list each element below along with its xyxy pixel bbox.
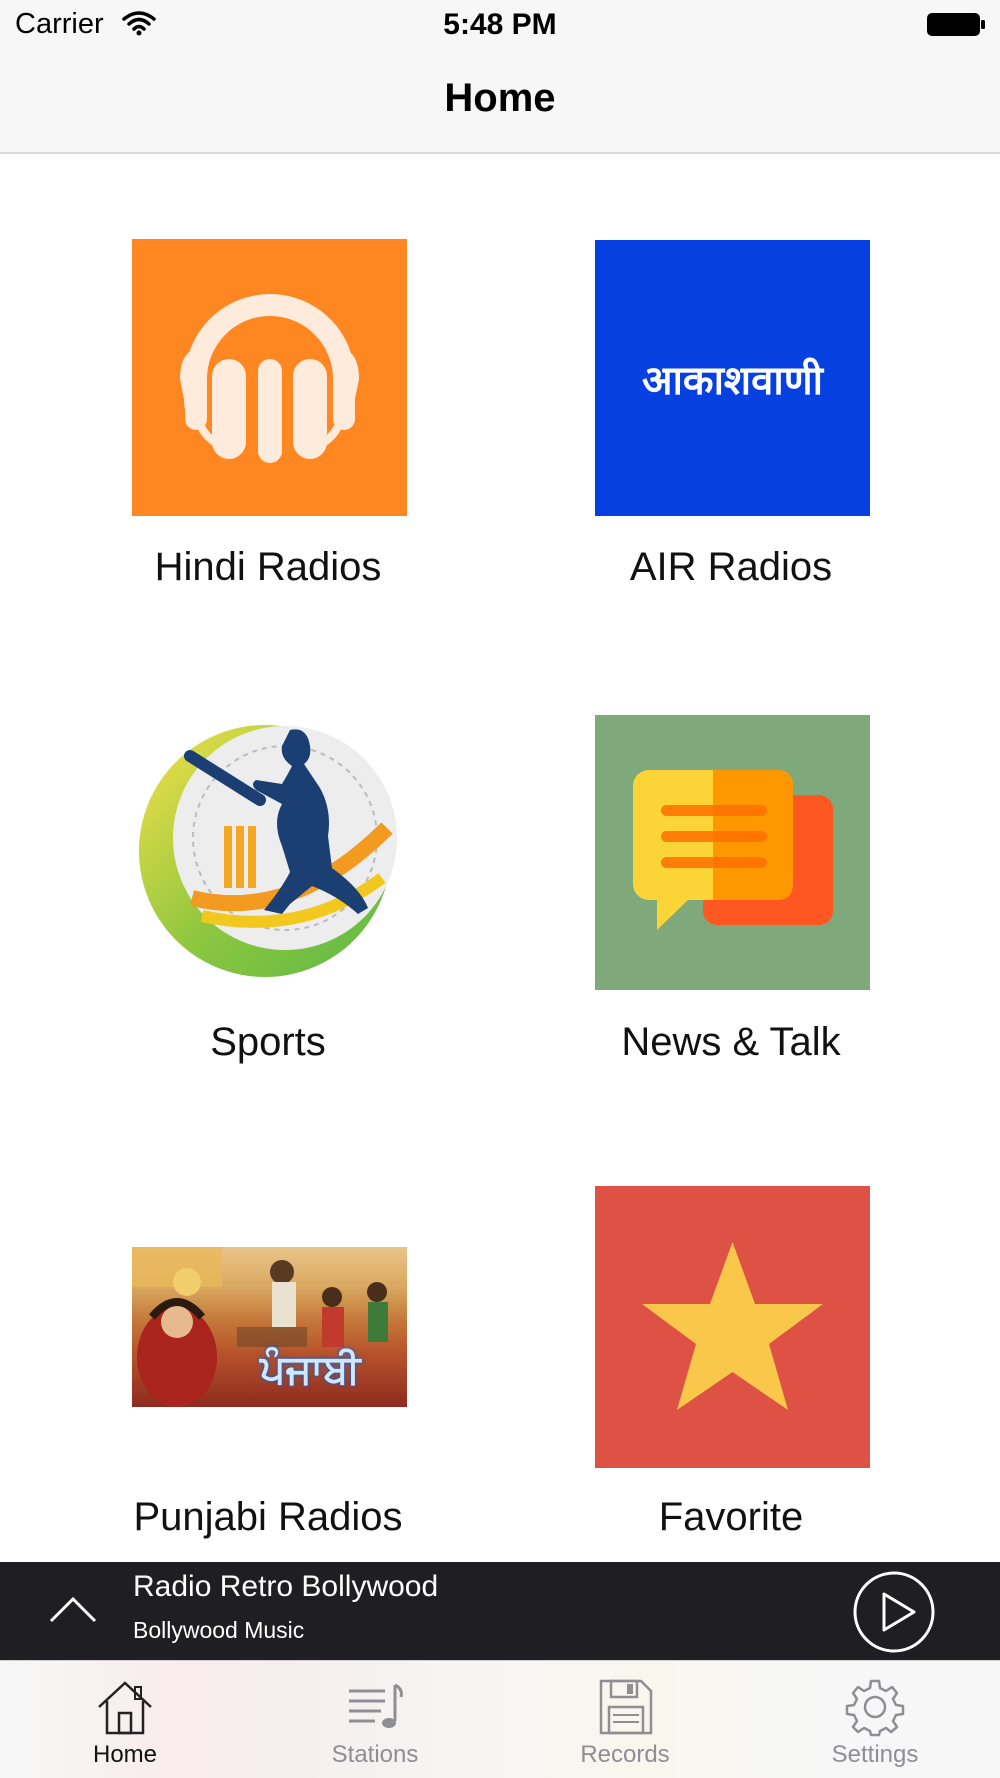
status-bar: Carrier 5:48 PM (0, 0, 1000, 50)
tile-label: News & Talk (621, 1020, 841, 1064)
punjabi-banner-image[interactable]: ਪੰਜਾਬੀ (132, 1247, 407, 1407)
tile-label: Hindi Radios (154, 545, 382, 589)
tab-label: Records (580, 1741, 670, 1768)
floppy-disk-icon (599, 1679, 653, 1735)
tab-label: Stations (331, 1741, 419, 1768)
gear-icon (845, 1679, 905, 1737)
punjabi-banner-text: ਪੰਜਾਬੀ (260, 1347, 361, 1393)
mini-player[interactable]: Radio Retro Bollywood Bollywood Music (0, 1562, 1000, 1660)
status-time: 5:48 PM (443, 8, 557, 41)
page-title: Home (444, 76, 556, 120)
akashvani-logo-text: आकाशवाणी (641, 357, 824, 404)
tab-label: Settings (831, 1741, 919, 1768)
play-button[interactable] (852, 1570, 936, 1654)
tile-label: Punjabi Radios (133, 1495, 403, 1539)
tab-home[interactable]: Home (0, 1661, 250, 1778)
now-playing-title: Radio Retro Bollywood (133, 1570, 439, 1603)
tab-settings[interactable]: Settings (750, 1661, 1000, 1778)
home-icon (98, 1681, 152, 1735)
chat-bubbles-icon[interactable] (595, 715, 870, 990)
navigation-bar: Home (0, 50, 1000, 154)
tile-label: Favorite (658, 1495, 804, 1539)
playlist-icon (349, 1683, 403, 1728)
battery-icon (927, 13, 985, 36)
cricket-batsman-icon[interactable] (132, 718, 407, 993)
tab-stations[interactable]: Stations (250, 1661, 500, 1778)
tab-bar: Home Stations Records Settings (0, 1660, 1000, 1778)
tile-label: Sports (210, 1020, 326, 1064)
headphones-icon[interactable] (132, 239, 407, 516)
akashvani-logo[interactable]: आकाशवाणी (595, 240, 870, 516)
tile-label: AIR Radios (629, 545, 833, 589)
tab-records[interactable]: Records (500, 1661, 750, 1778)
star-icon[interactable] (595, 1186, 870, 1468)
tab-label: Home (92, 1741, 158, 1768)
now-playing-subtitle: Bollywood Music (133, 1617, 305, 1643)
chevron-up-icon[interactable] (48, 1590, 98, 1626)
